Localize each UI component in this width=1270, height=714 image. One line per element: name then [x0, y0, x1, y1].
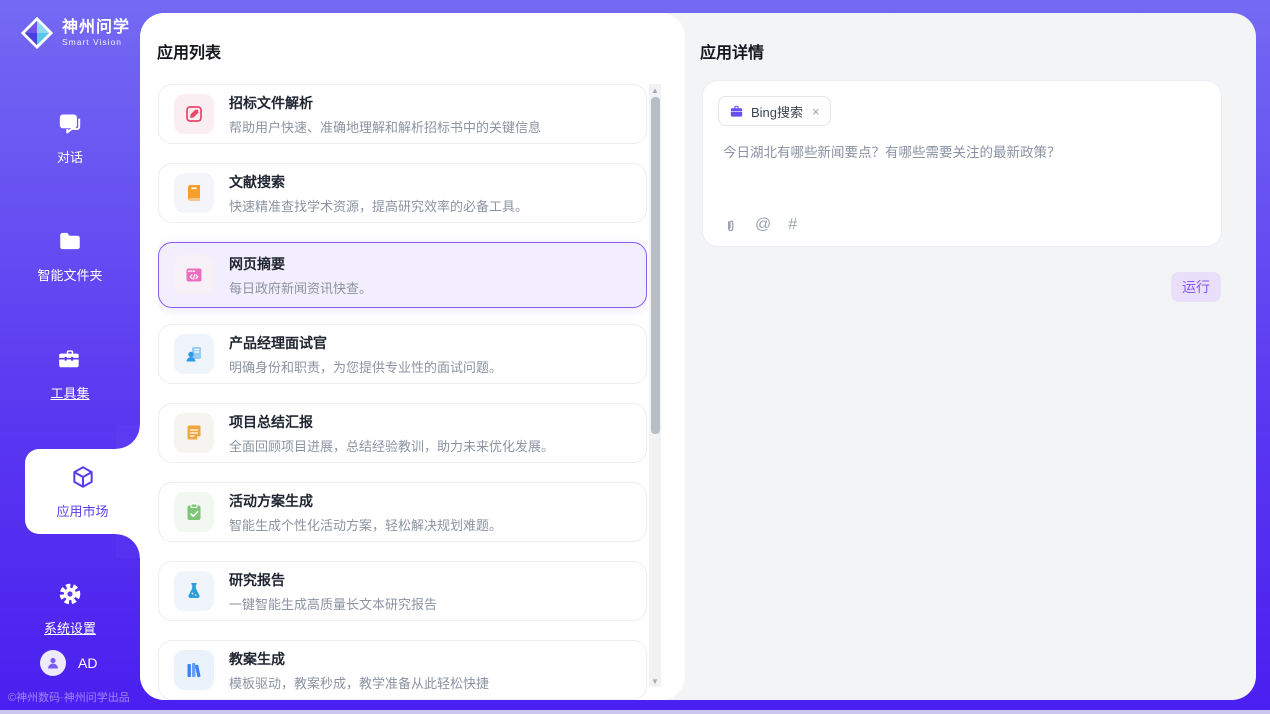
brand-diamond-icon — [18, 14, 56, 52]
app-window: 神州问学 Smart Vision 对话 智能文件夹 工具集 应用市场 系统设置 — [0, 0, 1270, 714]
sidebar-item-chat[interactable]: 对话 — [0, 110, 140, 166]
webpage-summary-icon — [174, 255, 214, 295]
tool-tag-bing-search[interactable]: Bing搜索 × — [718, 96, 831, 126]
main-content: 应用列表 招标文件解析 帮助用户快速、准确地理解和解析招标书中的关键信息 文献搜… — [140, 13, 1256, 700]
user-name: AD — [78, 655, 97, 671]
app-card-list: 招标文件解析 帮助用户快速、准确地理解和解析招标书中的关键信息 文献搜索 快速精… — [158, 84, 647, 700]
app-card[interactable]: 研究报告 一键智能生成高质量长文本研究报告 — [158, 561, 647, 621]
tool-tag-label: Bing搜索 — [751, 102, 803, 121]
app-card[interactable]: 活动方案生成 智能生成个性化活动方案，轻松解决规划难题。 — [158, 482, 647, 542]
folder-icon — [57, 228, 83, 259]
sidebar-item-label: 系统设置 — [44, 618, 96, 637]
app-card[interactable]: 产品经理面试官 明确身份和职责，为您提供专业性的面试问题。 — [158, 324, 647, 384]
bottom-edge-strip — [0, 710, 1270, 714]
app-card[interactable]: 项目总结汇报 全面回顾项目进展，总结经验教训，助力未来优化发展。 — [158, 403, 647, 463]
app-card-desc: 一键智能生成高质量长文本研究报告 — [229, 594, 437, 613]
scroll-down-icon[interactable]: ▼ — [649, 675, 661, 687]
app-card-title: 产品经理面试官 — [229, 333, 502, 353]
app-card-desc: 全面回顾项目进展，总结经验教训，助力未来优化发展。 — [229, 436, 554, 455]
copyright-text: ©神州数码·神州问学出品 — [8, 689, 130, 705]
brand-subtitle: Smart Vision — [62, 37, 130, 47]
sidebar-nav: 对话 智能文件夹 工具集 应用市场 系统设置 — [0, 52, 140, 637]
app-card-title: 文献搜索 — [229, 172, 528, 192]
brand-name: 神州问学 — [62, 19, 130, 37]
app-list-panel: 应用列表 招标文件解析 帮助用户快速、准确地理解和解析招标书中的关键信息 文献搜… — [140, 13, 685, 700]
app-detail-title: 应用详情 — [685, 13, 1256, 63]
literature-search-icon — [174, 173, 214, 213]
app-card-title: 网页摘要 — [229, 254, 372, 274]
sidebar: 神州问学 Smart Vision 对话 智能文件夹 工具集 应用市场 系统设置 — [0, 0, 140, 714]
app-card-desc: 快速精准查找学术资源，提高研究效率的必备工具。 — [229, 196, 528, 215]
sidebar-item-label: 应用市场 — [56, 501, 108, 520]
sidebar-item-gear[interactable]: 系统设置 — [0, 581, 140, 637]
sidebar-item-toolbox[interactable]: 工具集 — [0, 346, 140, 402]
run-button[interactable]: 运行 — [1171, 272, 1221, 302]
attachment-icon[interactable] — [723, 218, 738, 233]
cube-icon — [70, 464, 96, 495]
mention-icon[interactable]: @ — [755, 217, 771, 233]
list-scrollbar[interactable]: ▲ ▼ — [649, 84, 661, 687]
prompt-toolbar: @ # — [723, 217, 797, 233]
lesson-plan-icon — [174, 650, 214, 690]
user-avatar — [40, 650, 66, 676]
sidebar-item-folder[interactable]: 智能文件夹 — [0, 228, 140, 284]
prompt-input[interactable]: 今日湖北有哪些新闻要点？有哪些需要关注的最新政策？ — [723, 143, 1203, 163]
app-card-title: 招标文件解析 — [229, 93, 541, 113]
app-card-title: 项目总结汇报 — [229, 412, 554, 432]
project-summary-icon — [174, 413, 214, 453]
scrollbar-thumb[interactable] — [651, 97, 660, 434]
sidebar-item-cube[interactable]: 应用市场 — [25, 449, 140, 534]
gear-icon — [57, 581, 83, 612]
prompt-card: Bing搜索 × 今日湖北有哪些新闻要点？有哪些需要关注的最新政策？ @ # — [702, 80, 1222, 247]
person-icon — [45, 655, 61, 671]
tag-close-icon[interactable]: × — [812, 104, 820, 119]
hash-icon[interactable]: # — [788, 217, 797, 233]
app-card-desc: 模板驱动，教案秒成，教学准备从此轻松快捷 — [229, 673, 489, 692]
app-card-title: 研究报告 — [229, 570, 437, 590]
interviewer-icon — [174, 334, 214, 374]
scroll-up-icon[interactable]: ▲ — [649, 84, 661, 96]
app-card-desc: 明确身份和职责，为您提供专业性的面试问题。 — [229, 357, 502, 376]
app-card-desc: 每日政府新闻资讯快查。 — [229, 278, 372, 297]
activity-plan-icon — [174, 492, 214, 532]
sidebar-item-label: 工具集 — [50, 383, 89, 402]
chat-icon — [57, 110, 83, 141]
brand-logo: 神州问学 Smart Vision — [0, 0, 140, 52]
app-card-title: 活动方案生成 — [229, 491, 502, 511]
toolbox-icon — [57, 346, 83, 377]
briefcase-icon — [729, 104, 744, 119]
app-card[interactable]: 教案生成 模板驱动，教案秒成，教学准备从此轻松快捷 — [158, 640, 647, 700]
app-card[interactable]: 文献搜索 快速精准查找学术资源，提高研究效率的必备工具。 — [158, 163, 647, 223]
sidebar-item-label: 对话 — [57, 147, 83, 166]
sidebar-item-label: 智能文件夹 — [37, 265, 102, 284]
research-report-icon — [174, 571, 214, 611]
bid-document-icon — [174, 94, 214, 134]
app-list-title: 应用列表 — [140, 13, 685, 63]
app-card-desc: 智能生成个性化活动方案，轻松解决规划难题。 — [229, 515, 502, 534]
user-account[interactable]: AD — [40, 650, 97, 676]
app-card[interactable]: 网页摘要 每日政府新闻资讯快查。 — [158, 242, 647, 308]
app-card-title: 教案生成 — [229, 649, 489, 669]
app-card[interactable]: 招标文件解析 帮助用户快速、准确地理解和解析招标书中的关键信息 — [158, 84, 647, 144]
app-detail-panel: 应用详情 Bing搜索 × 今日湖北有哪些新闻要点？有哪些需要关注的最新政策？ — [685, 13, 1256, 700]
app-card-desc: 帮助用户快速、准确地理解和解析招标书中的关键信息 — [229, 117, 541, 136]
